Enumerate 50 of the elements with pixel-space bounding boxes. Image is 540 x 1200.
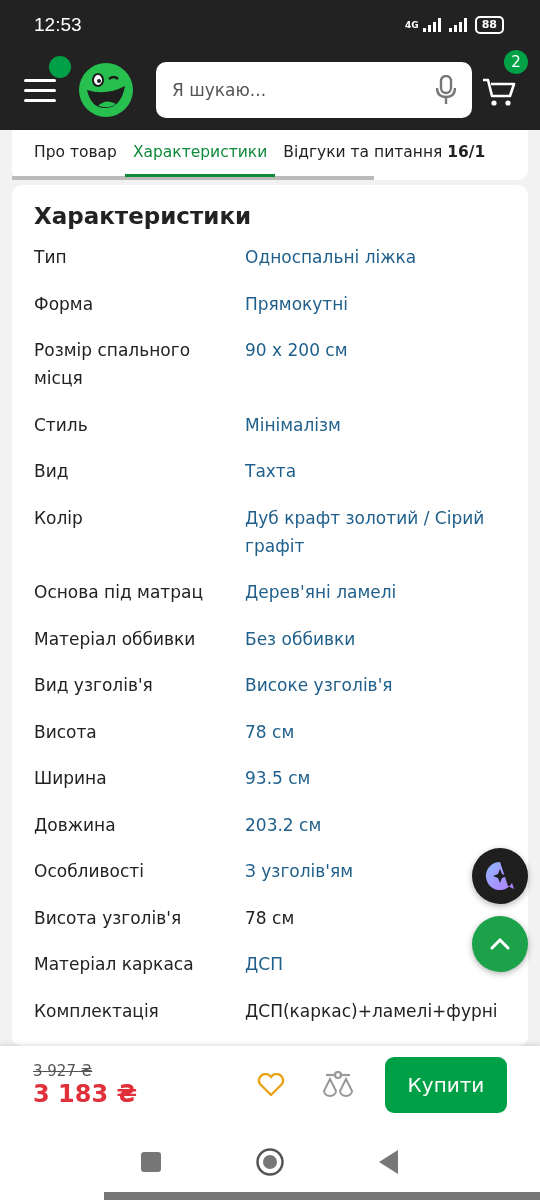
spec-label: Комплектація	[34, 999, 159, 1023]
chevron-up-icon	[490, 938, 510, 950]
spec-label: Основа під матрац	[34, 581, 203, 604]
spec-label: Ширина	[34, 767, 107, 790]
spec-label: Розмір спального місця	[34, 339, 192, 390]
smiley-logo-icon[interactable]	[78, 62, 134, 118]
spec-value-link[interactable]: З узголів'ям	[245, 857, 354, 885]
spec-label: Довжина	[34, 813, 116, 837]
spec-value-link[interactable]: Тахта	[245, 457, 297, 485]
spec-value: ДСП(каркас)+ламелі+фурні	[245, 999, 498, 1023]
spec-label: Вид узголів'я	[34, 674, 153, 697]
spec-value-link[interactable]: Без оббивки	[245, 624, 356, 653]
spec-label: Висота	[34, 720, 97, 744]
spec-value-link[interactable]: Дуб крафт золотий / Сірий графіт	[245, 503, 506, 560]
status-time: 12:53	[34, 14, 82, 36]
spec-label: Тип	[34, 246, 67, 269]
spec-value-link[interactable]: Високе узголів'я	[245, 671, 393, 699]
spec-label: Матеріал каркаса	[34, 953, 194, 976]
cart-count-badge: 2	[504, 50, 528, 74]
tab[interactable]: Відгуки та питання 16/1	[275, 130, 494, 177]
spec-value-link[interactable]: ДСП	[245, 950, 283, 978]
spec-label: Вид	[34, 460, 69, 483]
back-icon[interactable]	[379, 1150, 399, 1174]
spec-label: Особливості	[34, 860, 144, 883]
spec-label: Форма	[34, 292, 94, 316]
spec-value-link[interactable]: Мінімалізм	[245, 410, 341, 439]
spec-value-link[interactable]: Односпальні ліжка	[245, 243, 417, 271]
spec-value-link[interactable]: Прямокутні	[245, 289, 349, 318]
section-title: Характеристики	[34, 203, 253, 229]
scales-icon[interactable]	[321, 1071, 355, 1099]
spec-label: Стиль	[34, 413, 88, 437]
tab[interactable]: Про товар	[12, 130, 125, 177]
spec-value-link[interactable]: 78 см	[245, 717, 295, 746]
battery-indicator: 88	[474, 16, 504, 34]
spec-value: 78 см	[245, 906, 295, 930]
spec-label: Висота узголів'я	[34, 906, 182, 930]
cart-icon[interactable]	[482, 76, 516, 108]
sparkle-chat-icon	[485, 861, 515, 891]
microphone-icon[interactable]	[436, 75, 456, 105]
spec-value-link[interactable]: Дерев'яні ламелі	[245, 578, 397, 606]
home-icon[interactable]	[256, 1148, 284, 1176]
menu-button[interactable]	[24, 77, 56, 103]
spec-label: Матеріал оббивки	[34, 627, 196, 651]
spec-value-link[interactable]: 90 x 200 см	[245, 336, 348, 364]
spec-value-link[interactable]: 93.5 см	[245, 764, 311, 792]
spec-value-link[interactable]: 203.2 см	[245, 810, 322, 839]
spec-label: Колір	[34, 506, 83, 530]
old-price: 3 927 ₴	[33, 1062, 94, 1080]
network-type: 4G	[405, 20, 419, 30]
price: 3 183 ₴	[33, 1080, 139, 1108]
